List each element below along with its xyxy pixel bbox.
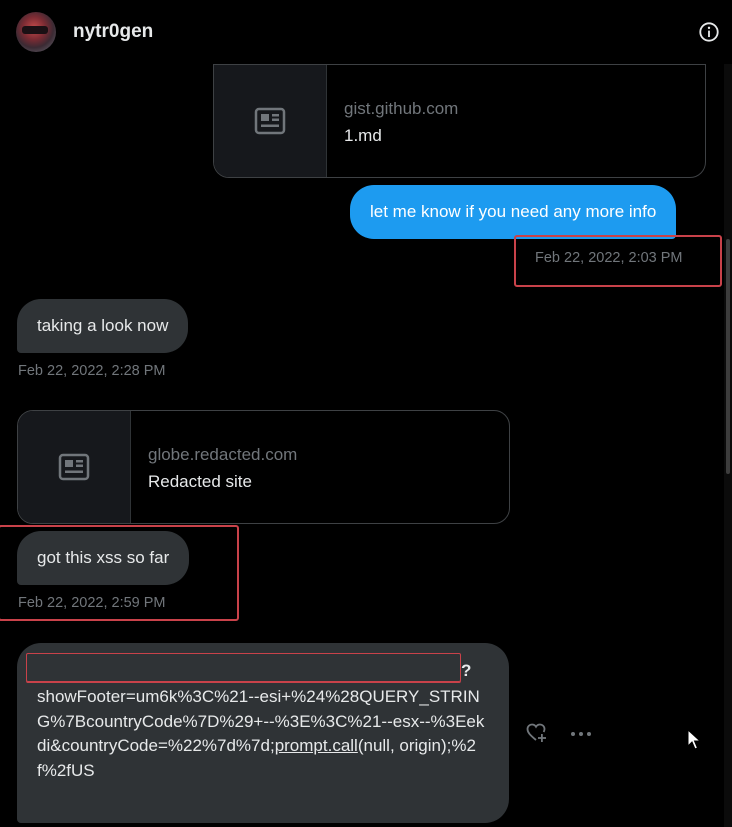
message-bubble-outgoing[interactable]: let me know if you need any more info xyxy=(350,185,677,239)
link-card-title: 1.md xyxy=(344,126,382,145)
message-text: showFooter=um6k%3C%21--esi+%24%28QUERY_S… xyxy=(37,685,492,783)
article-icon xyxy=(58,453,90,481)
more-icon[interactable] xyxy=(570,730,592,738)
url-query-mark: ? xyxy=(461,661,472,680)
annotation-box xyxy=(514,235,722,287)
scrollbar[interactable] xyxy=(724,64,732,827)
avatar[interactable] xyxy=(16,12,56,52)
message-timestamp: Feb 22, 2022, 2:28 PM xyxy=(18,363,166,379)
link-card-domain: gist.github.com xyxy=(344,99,459,118)
annotation-box xyxy=(0,525,239,621)
conversation-username[interactable]: nytr0gen xyxy=(73,21,153,43)
mouse-cursor-icon xyxy=(687,729,701,750)
link-card-title: Redacted site xyxy=(148,472,252,491)
message-bubble-incoming[interactable]: taking a look now xyxy=(17,299,189,353)
message-link[interactable]: prompt.call xyxy=(275,736,358,755)
message-bubble-incoming-long[interactable]: ? showFooter=um6k%3C%21--esi+%24%28QUERY… xyxy=(17,643,509,823)
heart-plus-icon[interactable] xyxy=(526,723,548,743)
redacted-url-box xyxy=(26,653,461,682)
link-card-redacted[interactable]: globe.redacted.com Redacted site xyxy=(17,410,510,524)
info-icon[interactable] xyxy=(698,21,720,43)
article-icon xyxy=(254,107,286,135)
link-card-domain: globe.redacted.com xyxy=(148,445,298,464)
link-card-thumbnail xyxy=(18,411,131,523)
link-card-gist[interactable]: gist.github.com 1.md xyxy=(213,64,706,178)
conversation-header: nytr0gen xyxy=(0,0,732,64)
scrollbar-thumb[interactable] xyxy=(726,239,730,474)
link-card-thumbnail xyxy=(214,65,327,177)
